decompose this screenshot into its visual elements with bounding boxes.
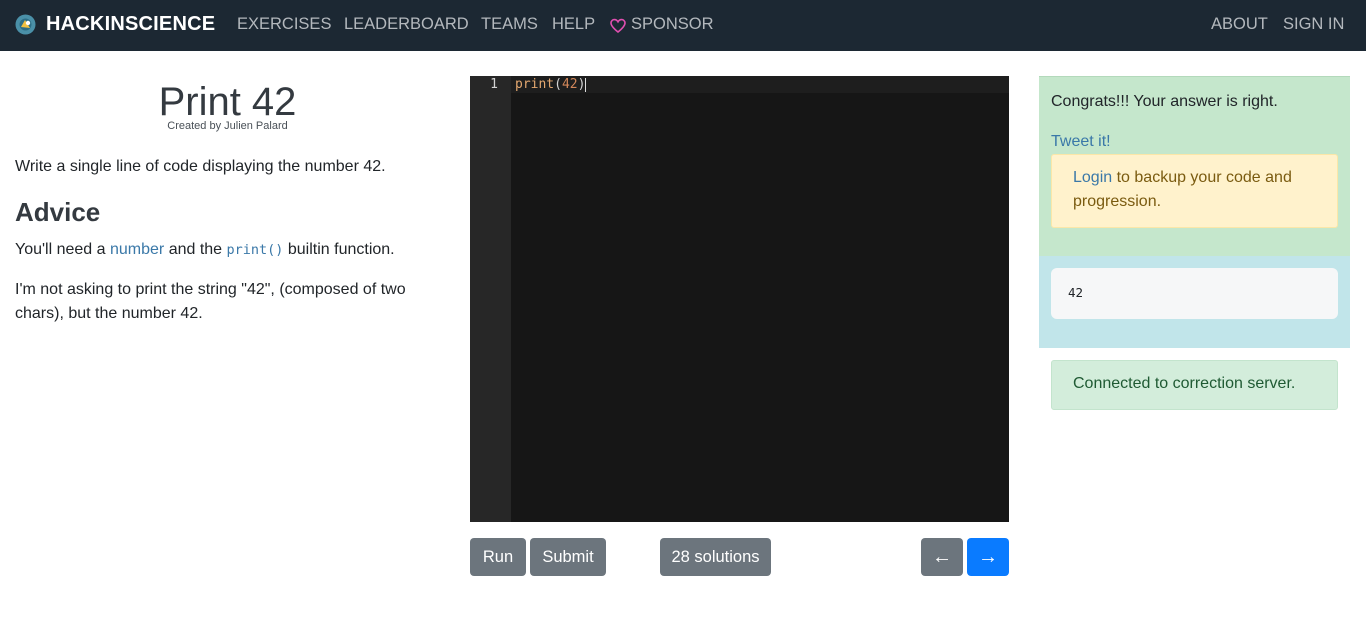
login-warning-text: Login to backup your code and progressio… — [1073, 166, 1323, 214]
success-alert: Congrats!!! Your answer is right. Tweet … — [1039, 76, 1350, 256]
nav-teams[interactable]: TEAMS — [481, 15, 538, 34]
text-cursor — [585, 77, 587, 92]
output-block: 42 — [1051, 268, 1338, 319]
congrats-message: Congrats!!! Your answer is right. — [1051, 93, 1278, 110]
nav-sign-in[interactable]: SIGN IN — [1283, 15, 1344, 34]
login-warning: Login to backup your code and progressio… — [1051, 154, 1338, 228]
editor-gutter: 1 — [470, 76, 511, 522]
line-number: 1 — [490, 77, 498, 92]
code-editor[interactable]: 1 print(42) — [470, 76, 1009, 522]
submit-button[interactable]: Submit — [530, 538, 606, 576]
navbar: HACKINSCIENCE EXERCISES LEADERBOARD TEAM… — [0, 0, 1366, 51]
run-button[interactable]: Run — [470, 538, 526, 576]
exercise-title: Print 42 — [158, 80, 297, 124]
code-line[interactable]: print(42) — [515, 76, 587, 93]
connection-status-text: Connected to correction server. — [1073, 375, 1296, 392]
tweet-link[interactable]: Tweet it! — [1051, 132, 1111, 152]
solutions-button[interactable]: 28 solutions — [660, 538, 771, 576]
nav-exercises[interactable]: EXERCISES — [237, 15, 331, 34]
nav-leaderboard[interactable]: LEADERBOARD — [344, 15, 469, 34]
exercise-description: Write a single line of code displaying t… — [15, 158, 386, 175]
heart-icon — [610, 18, 626, 33]
advice-text: You'll need a — [15, 241, 110, 258]
connection-status: Connected to correction server. — [1051, 360, 1338, 410]
exercise-author: Created by Julien Palard — [167, 120, 288, 132]
output-panel: 42 — [1039, 256, 1350, 348]
hackinscience-logo-icon — [15, 14, 36, 35]
nav-help[interactable]: HELP — [552, 15, 595, 34]
brand[interactable]: HACKINSCIENCE — [15, 13, 215, 36]
exercise-panel: Print 42 Created by Julien Palard Write … — [15, 76, 440, 326]
brand-name: HACKINSCIENCE — [46, 13, 216, 35]
advice-paragraph-2: I'm not asking to print the string "42",… — [15, 281, 406, 322]
nav-sponsor-label: SPONSOR — [631, 15, 714, 33]
advice-heading: Advice — [15, 197, 101, 227]
next-exercise-button[interactable]: → — [967, 538, 1009, 576]
advice-text: builtin function. — [283, 241, 395, 258]
advice-paragraph-1: You'll need a number and the print() bui… — [15, 238, 440, 262]
program-output: 42 — [1068, 285, 1084, 300]
nav-about[interactable]: ABOUT — [1211, 15, 1268, 34]
number-link[interactable]: number — [110, 241, 164, 258]
login-link[interactable]: Login — [1073, 169, 1112, 186]
previous-exercise-button[interactable]: ← — [921, 538, 963, 576]
nav-sponsor[interactable]: SPONSOR — [610, 15, 714, 34]
advice-text: and the — [164, 241, 227, 258]
code-token-function: print — [515, 77, 555, 92]
code-token-paren: ) — [577, 77, 586, 92]
code-token-paren: ( — [554, 77, 562, 92]
print-function-code: print() — [226, 242, 284, 258]
code-token-number: 42 — [561, 77, 578, 92]
print-function-link[interactable]: print() — [227, 241, 284, 258]
